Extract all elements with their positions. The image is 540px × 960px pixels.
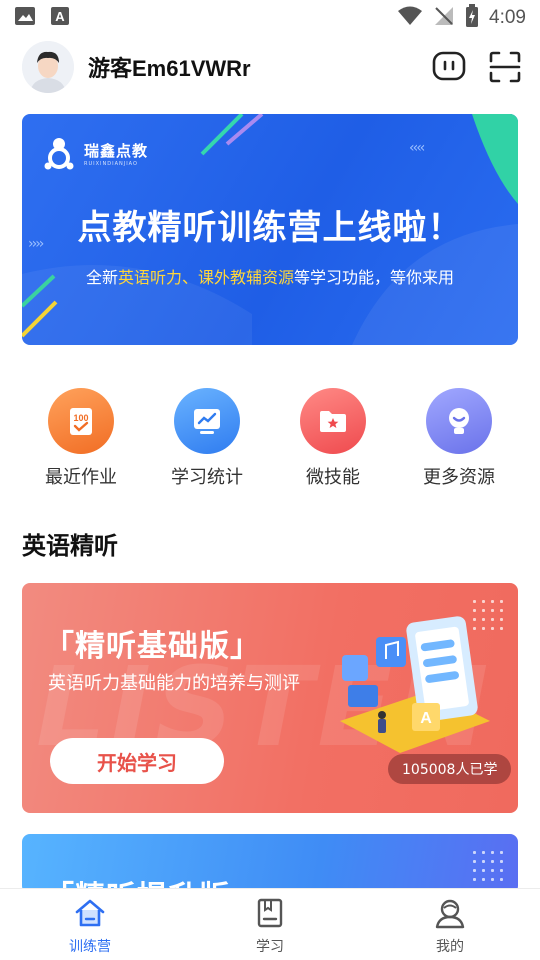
quick-menu: 100 最近作业 学习统计 微技能 更多资源 [22,388,518,492]
nav-item-study[interactable]: 学习 [180,889,360,960]
learner-count-badge: 105008人已学 [388,754,512,784]
brand-sub: RUIXINDIANJIAO [84,160,138,167]
folder-star-icon [300,388,366,454]
quick-item-label: 微技能 [306,467,360,488]
font-a-icon: A [50,6,70,30]
brand-logo: 瑞鑫点教 RUIXINDIANJIAO [42,136,148,170]
profile-icon [433,897,467,933]
status-bar: A 4:09 [0,0,540,36]
home-icon [73,897,107,933]
card-description: 英语听力基础能力的培养与测评 [48,673,300,694]
brand-name: 瑞鑫点教 [84,141,149,160]
wifi-icon [397,6,423,30]
quick-item-label: 最近作业 [45,467,117,488]
nav-label: 学习 [256,939,284,955]
course-card-basic[interactable]: LISTEN A 「精听基础版」 英语听力基础能力的培养与测评 开始学习 105… [22,583,518,813]
bottom-nav: 训练营 学习 我的 [0,888,540,960]
nav-item-mine[interactable]: 我的 [360,889,540,960]
scan-icon[interactable] [488,50,522,84]
dots-decoration [470,848,506,884]
lightbulb-icon [426,388,492,454]
banner-subtitle-prefix: 全新 [85,268,118,287]
chart-icon [174,388,240,454]
quick-item-label: 学习统计 [171,467,243,488]
listening-illustration: A [340,616,490,753]
arrows-decoration: ‹‹‹‹ [409,140,425,156]
banner-subtitle-highlight: 英语听力、课外教辅资源 [117,268,294,287]
quick-item-more[interactable]: 更多资源 [400,388,518,492]
nav-item-training[interactable]: 训练营 [0,889,180,960]
homework-icon: 100 [48,388,114,454]
svg-text:100: 100 [73,413,88,423]
quick-item-statistics[interactable]: 学习统计 [148,388,266,492]
signal-off-icon [433,5,455,31]
promo-banner[interactable]: 瑞鑫点教 RUIXINDIANJIAO ‹‹‹‹ ›››› 点教精听训练营上线啦… [22,114,518,345]
image-icon [14,6,36,30]
nav-label: 我的 [436,939,464,955]
status-time: 4:09 [489,7,526,28]
card-title: 「精听基础版」 [44,629,261,664]
message-icon[interactable] [432,50,466,84]
svg-text:A: A [55,9,65,24]
course-card-advanced[interactable]: 「精听提升版」 [22,834,518,894]
svg-text:A: A [420,710,432,727]
header: 游客Em61VWRr [22,40,522,94]
avatar[interactable] [22,41,74,93]
battery-charging-icon [465,4,479,32]
brand-logo-icon [44,138,74,170]
banner-title: 点教精听训练营上线啦！ [77,208,463,248]
section-title: 英语精听 [22,532,118,560]
banner-subtitle-suffix: 等学习功能，等你来用 [294,268,455,287]
banner-subtitle: 全新英语听力、课外教辅资源等学习功能，等你来用 [22,264,518,288]
quick-item-homework[interactable]: 100 最近作业 [22,388,140,492]
nav-label: 训练营 [69,939,111,955]
quick-item-label: 更多资源 [423,467,495,488]
username[interactable]: 游客Em61VWRr [88,51,251,83]
quick-item-microskill[interactable]: 微技能 [274,388,392,492]
start-learning-button[interactable]: 开始学习 [50,738,224,784]
book-icon [253,897,287,933]
